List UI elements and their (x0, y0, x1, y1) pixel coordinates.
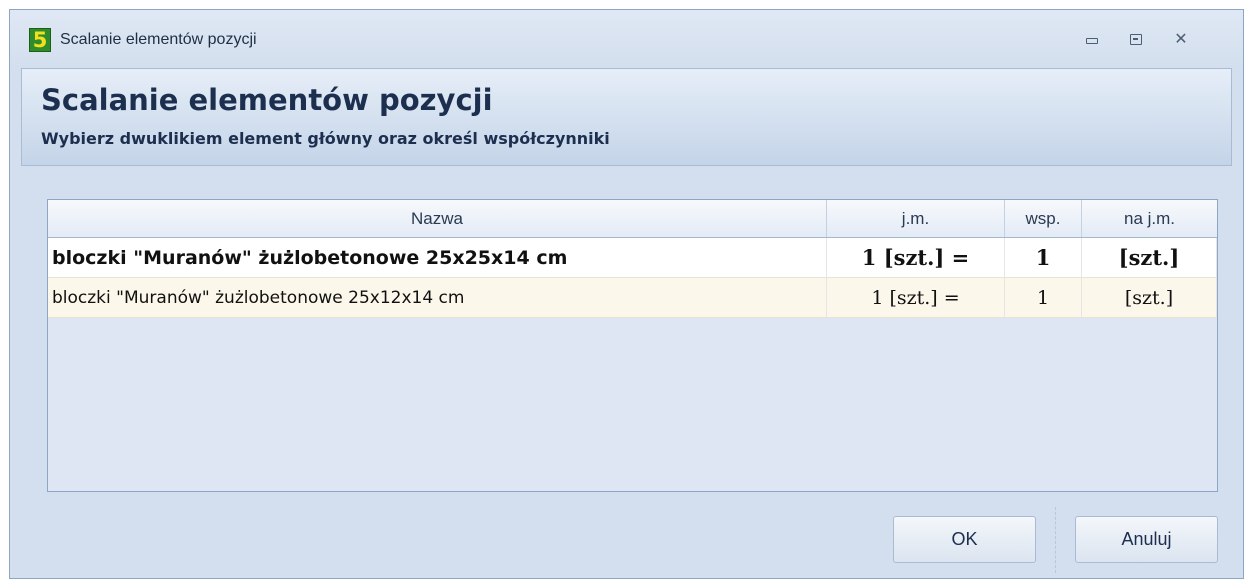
cancel-button[interactable]: Anuluj (1075, 516, 1218, 563)
column-header-wsp[interactable]: wsp. (1005, 200, 1082, 237)
column-header-nazwa[interactable]: Nazwa (48, 200, 827, 237)
page-title: Scalanie elementów pozycji (41, 83, 493, 117)
header-panel: Scalanie elementów pozycji Wybierz dwukl… (21, 68, 1232, 166)
ok-button[interactable]: OK (893, 516, 1036, 563)
table-row[interactable]: bloczki "Muranów" żużlobetonowe 25x12x14… (48, 278, 1217, 318)
title-bar[interactable]: 5 Scalanie elementów pozycji ✕ (10, 10, 1243, 68)
elements-grid[interactable]: Nazwa j.m. wsp. na j.m. bloczki "Muranów… (47, 199, 1218, 492)
cell-nazwa[interactable]: bloczki "Muranów" żużlobetonowe 25x12x14… (48, 278, 827, 317)
column-header-jm[interactable]: j.m. (827, 200, 1005, 237)
cell-wsp[interactable]: 1 (1005, 238, 1082, 277)
maximize-icon[interactable] (1128, 32, 1144, 48)
app-logo-icon: 5 (29, 28, 51, 52)
close-icon[interactable]: ✕ (1173, 29, 1189, 48)
cell-nazwa[interactable]: bloczki "Muranów" żużlobetonowe 25x25x14… (48, 238, 827, 277)
window-title: Scalanie elementów pozycji (60, 31, 257, 48)
cell-jm[interactable]: 1 [szt.] = (827, 278, 1005, 317)
button-separator (1055, 507, 1056, 573)
grid-header: Nazwa j.m. wsp. na j.m. (48, 200, 1217, 238)
minimize-icon[interactable] (1084, 32, 1100, 48)
cell-na-jm[interactable]: [szt.] (1082, 278, 1217, 317)
cell-jm[interactable]: 1 [szt.] = (827, 238, 1005, 277)
dialog-window: 5 Scalanie elementów pozycji ✕ Scalanie … (9, 9, 1244, 579)
page-subtitle: Wybierz dwuklikiem element główny oraz o… (41, 129, 610, 148)
column-header-na-jm[interactable]: na j.m. (1082, 200, 1217, 237)
cell-wsp[interactable]: 1 (1005, 278, 1082, 317)
table-row-main[interactable]: bloczki "Muranów" żużlobetonowe 25x25x14… (48, 238, 1217, 278)
cell-na-jm[interactable]: [szt.] (1082, 238, 1217, 277)
